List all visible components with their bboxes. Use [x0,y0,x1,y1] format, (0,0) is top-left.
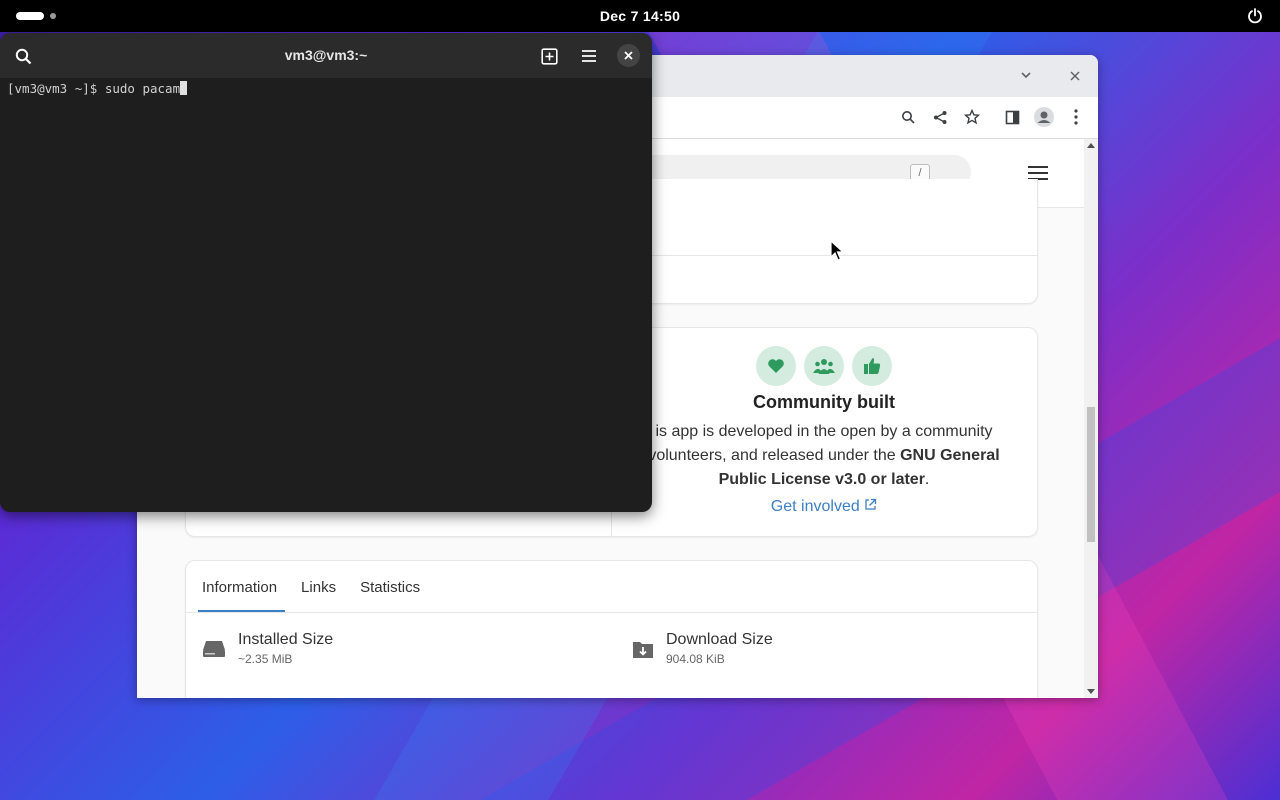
hard-drive-icon [203,641,225,657]
download-size-item: Download Size 904.08 KiB [632,631,773,666]
browser-menu-icon[interactable] [1064,105,1088,129]
community-desc-line2: volunteers, and released under the [648,447,896,464]
people-group-icon [804,346,844,386]
close-icon [624,51,633,60]
mouse-pointer-icon [830,240,844,261]
top-bar: Dec 7 14:50 [0,0,1280,32]
info-card: Information Links Statistics Installed S… [185,560,1038,698]
window-close-icon[interactable] [1065,66,1085,86]
community-desc-end: . [924,471,930,488]
page-scrollbar[interactable] [1084,139,1098,698]
hamburger-menu-icon[interactable] [1028,166,1048,180]
heart-icon [756,346,796,386]
terminal-headerbar: vm3@vm3:~ [0,33,652,78]
download-size-label: Download Size [666,631,773,648]
profile-avatar-icon[interactable] [1032,105,1056,129]
info-tabs: Information Links Statistics [198,579,440,613]
power-icon[interactable] [1246,7,1264,25]
terminal-output[interactable]: [vm3@vm3 ~]$ sudo pacam [7,81,188,96]
scrollbar-thumb[interactable] [1087,407,1095,542]
tab-information[interactable]: Information [198,579,286,613]
text-cursor [180,81,188,95]
external-link-icon [865,498,877,510]
download-folder-icon [633,642,653,658]
community-description: is app is developed in the open by a com… [623,420,1025,492]
get-involved-link[interactable]: Get involved [611,498,1037,516]
terminal-window: vm3@vm3:~ [vm3@vm3 ~]$ sudo pacam [0,33,652,512]
scroll-up-arrow-icon[interactable] [1087,143,1095,148]
share-icon[interactable] [928,105,952,129]
new-tab-icon[interactable] [538,45,560,67]
installed-size-label: Installed Size [238,631,334,648]
tabs-divider [186,612,1037,613]
terminal-menu-icon[interactable] [578,45,600,67]
tab-search-chevron-icon[interactable] [1017,68,1035,86]
community-icons [756,346,892,386]
installed-size-value: ~2.35 MiB [238,652,293,666]
activities-indicator[interactable] [16,12,44,20]
download-size-value: 904.08 KiB [666,652,725,666]
thumbs-up-icon [852,346,892,386]
side-panel-icon[interactable] [1000,105,1024,129]
installed-size-item: Installed Size ~2.35 MiB [202,631,333,666]
community-title: Community built [753,392,895,412]
bookmark-star-icon[interactable] [960,105,984,129]
command-line: [vm3@vm3 ~]$ sudo pacam [7,81,181,96]
tab-statistics[interactable]: Statistics [356,579,428,613]
community-desc-line1: is app is developed in the open by a com… [655,423,993,440]
clock[interactable]: Dec 7 14:50 [600,8,680,24]
workspace-dot[interactable] [50,13,56,19]
get-involved-label: Get involved [770,498,860,515]
zoom-search-icon[interactable] [896,105,920,129]
tab-links[interactable]: Links [297,579,344,613]
scroll-down-arrow-icon[interactable] [1087,689,1095,694]
terminal-close-button[interactable] [617,44,640,67]
